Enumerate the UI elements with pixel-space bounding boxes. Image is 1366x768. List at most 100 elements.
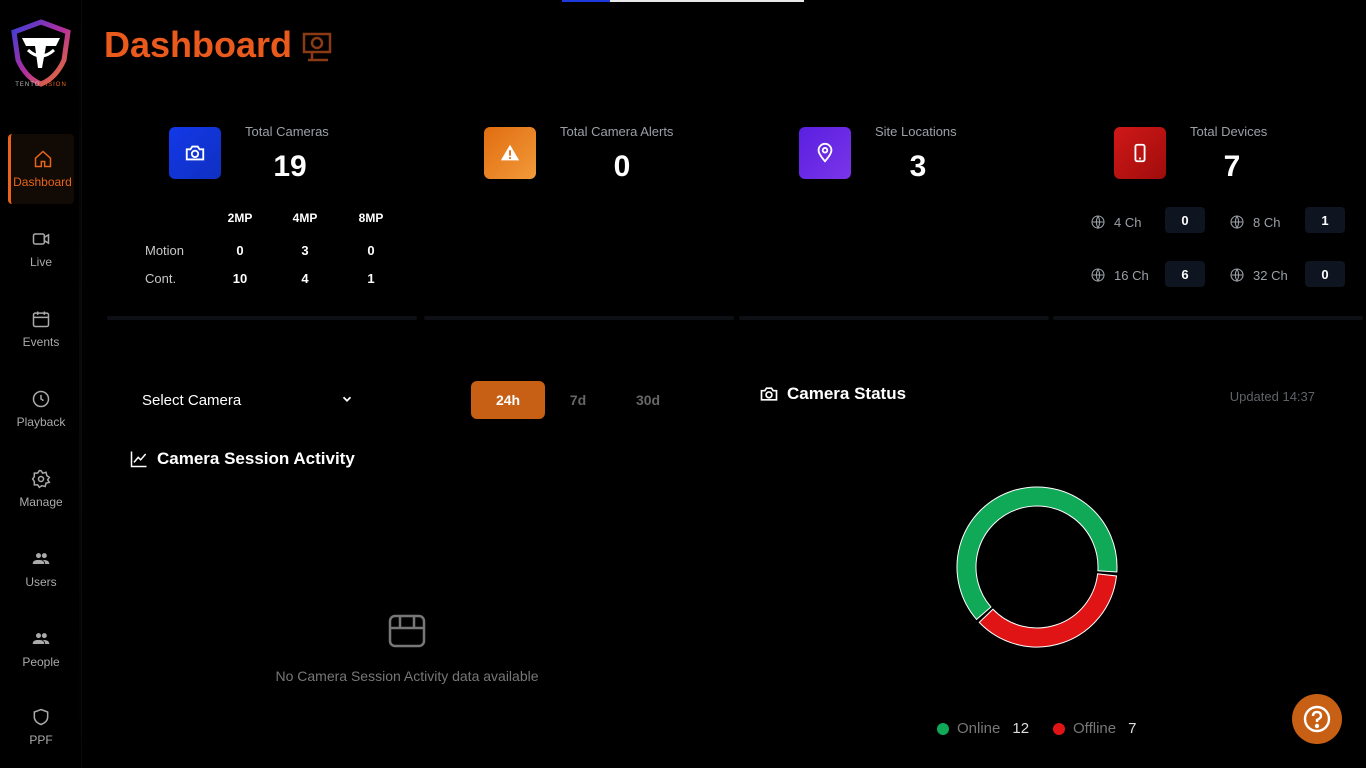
sidebar-item-manage[interactable]: Manage [8,454,74,524]
sidebar-item-playback[interactable]: Playback [8,374,74,444]
globe-icon [1091,215,1105,230]
total-alerts-card: Total Camera Alerts 0 [424,110,734,320]
stat-label: Total Camera Alerts [560,124,674,139]
sidebar-item-people[interactable]: People [8,614,74,684]
warning-icon [500,144,520,161]
alert-stat-icon-box [484,127,536,179]
device-stat-icon-box [1114,127,1166,179]
channel-value: 0 [1305,261,1345,287]
location-pin-icon [817,142,833,163]
line-chart-icon [130,451,147,468]
stat-label: Total Devices [1190,124,1268,139]
stat-value: 19 [273,150,307,183]
site-locations-card: Site Locations 3 [739,110,1049,320]
clock-icon [32,390,50,408]
total-cameras-card: Total Cameras 19 2MP 4MP 8MP Motion 0 3 … [107,110,417,320]
stat-label: Site Locations [875,124,957,139]
sidebar-item-label: Live [29,255,52,269]
sidebar-item-users[interactable]: Users [8,534,74,604]
page-title: Dashboard [104,24,293,65]
mp-row-label: Cont. [145,271,177,286]
people-icon [32,633,50,644]
question-icon [1303,705,1331,733]
calendar-icon [32,311,50,328]
site-stat-icon-box [799,127,851,179]
sidebar-item-label: Events [22,335,60,349]
range-7d-button[interactable]: 7d [541,381,615,419]
channel-value: 6 [1165,261,1205,287]
sidebar-item-label: PPF [29,733,53,747]
empty-state-icon [388,614,426,648]
channel-value: 1 [1305,207,1345,233]
globe-icon [1230,268,1244,283]
stat-value: 7 [1223,150,1241,183]
stat-value: 3 [909,150,927,183]
legend-label: Online [957,720,1001,737]
sidebar-item-label: People [22,655,60,669]
sidebar-item-label: Playback [16,415,66,429]
cctv-camera-icon [302,32,332,62]
mp-cell: 10 [232,271,248,286]
chevron-down-icon [342,396,352,402]
sidebar-item-live[interactable]: Live [8,214,74,284]
stat-label: Total Cameras [245,124,329,139]
mp-cell: 3 [301,243,309,258]
legend-online: Online 12 [937,720,1029,737]
sidebar-item-events[interactable]: Events [8,294,74,364]
video-camera-icon [32,233,50,245]
card-divider [1053,316,1363,320]
tentovision-logo [11,19,71,87]
online-dot-icon [937,722,949,735]
gear-icon [31,469,51,489]
mp-cell: 0 [367,243,375,258]
camera-status-title: Camera Status [759,384,906,404]
mobile-device-icon [1134,143,1146,163]
offline-segment[interactable] [978,573,1118,648]
camera-select-value: Select Camera [142,391,242,409]
mp-cell: 1 [367,271,375,286]
stat-value: 0 [613,150,631,183]
camera-status-donut [956,486,1118,648]
home-icon [34,150,51,168]
users-icon [32,553,50,564]
mp-row-label: Motion [145,243,185,258]
updated-timestamp: Updated 14:37 [1229,389,1315,404]
mp-cell: 4 [301,271,309,286]
channel-label: 8 Ch [1229,214,1280,230]
total-devices-card: Total Devices 7 4 Ch 0 8 Ch 1 16 Ch 6 32… [1053,110,1363,320]
camera-stat-icon-box [169,127,221,179]
card-divider [424,316,734,320]
legend-offline: Offline 7 [1053,720,1136,737]
help-button[interactable] [1292,694,1342,744]
card-divider [739,316,1049,320]
sidebar-item-label: Users [25,575,57,589]
sidebar-item-label: Manage [19,495,63,509]
page-loading-bar-fill [562,0,611,2]
brand-text: TENTOVISION [15,82,67,88]
camera-icon [185,145,205,161]
sidebar-item-label: Dashboard [13,175,72,189]
globe-icon [1230,215,1244,230]
mp-cell: 0 [236,243,244,258]
legend-label: Offline [1073,720,1117,737]
sidebar-item-ppf[interactable]: PPF [8,694,74,760]
card-divider [107,316,417,320]
legend-value: 12 [1012,720,1030,737]
sidebar-item-dashboard[interactable]: Dashboard [8,134,74,204]
channel-value: 0 [1165,207,1205,233]
channel-label: 16 Ch [1090,267,1149,283]
mp-badge-4mp: 4MP [292,211,318,225]
page-loading-bar [562,0,804,2]
empty-state-text: No Camera Session Activity data availabl… [275,668,539,684]
camera-icon [760,387,778,401]
channel-label: 4 Ch [1090,214,1141,230]
session-activity-title: Camera Session Activity [129,449,355,469]
mp-badge-2mp: 2MP [227,211,253,225]
range-30d-button[interactable]: 30d [611,381,685,419]
globe-icon [1091,268,1105,283]
offline-dot-icon [1053,722,1065,735]
range-24h-button[interactable]: 24h [471,381,545,419]
legend-value: 7 [1128,720,1137,737]
sidebar: TENTOVISION Dashboard Live Events Playba… [0,0,82,768]
camera-select[interactable]: Select Camera [130,384,360,416]
